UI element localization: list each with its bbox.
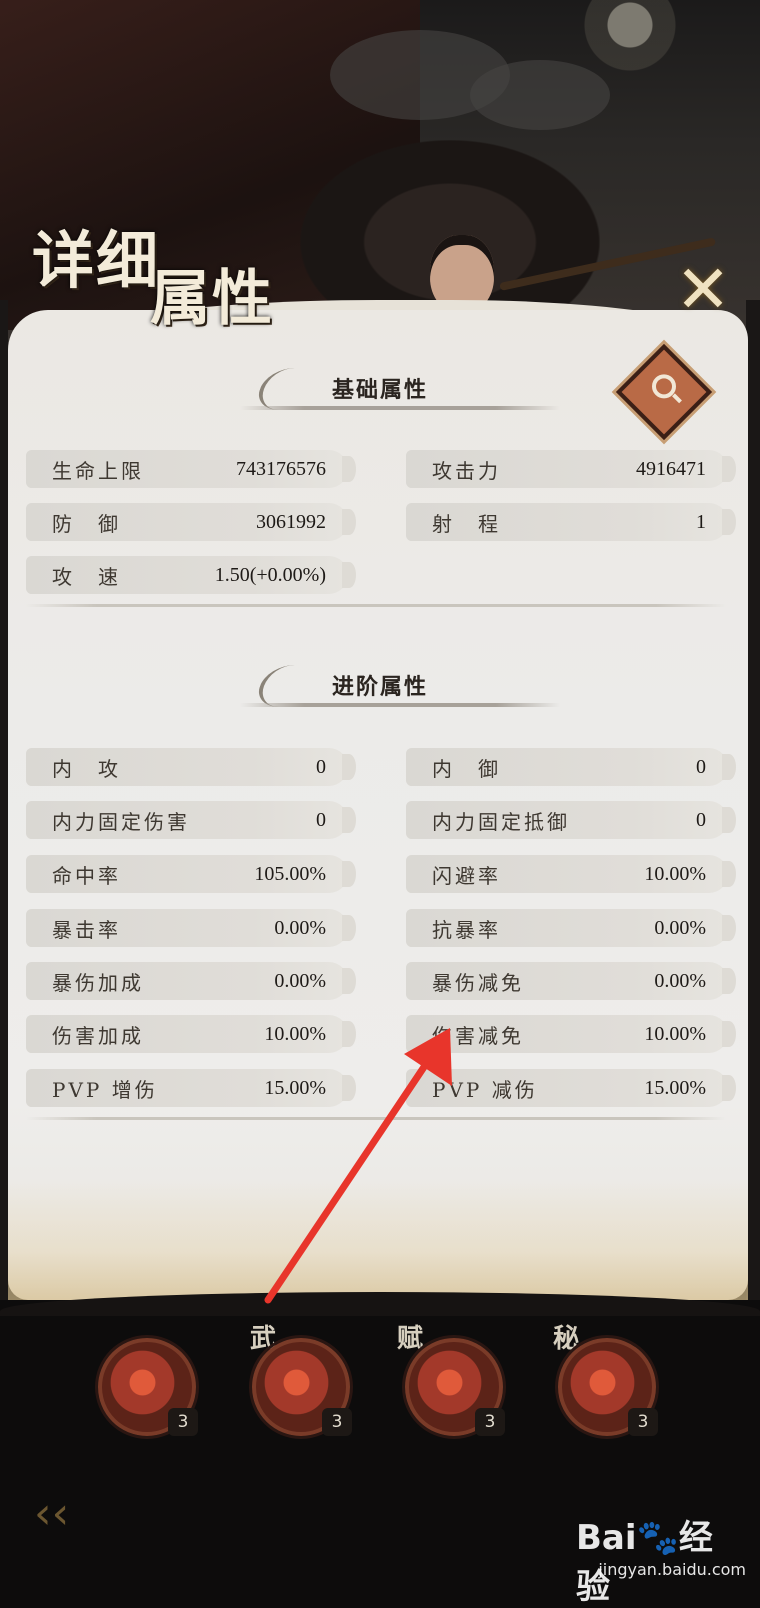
stat-value: 0.00% (654, 916, 706, 939)
stat-row: PVP 减伤 15.00% (406, 1069, 736, 1107)
stat-value: 1.50(+0.00%) (214, 563, 326, 586)
header-underline (240, 406, 560, 410)
title-line-2: 属性 (150, 264, 274, 334)
stat-row: 暴伤减免 0.00% (406, 962, 736, 1000)
stat-row: 攻击力 4916471 (406, 450, 736, 488)
stat-label: 攻击力 (432, 458, 501, 483)
stat-label: 攻 速 (52, 564, 121, 589)
cloud (470, 60, 610, 130)
close-button[interactable]: ✕ (665, 255, 741, 325)
stat-row: 闪避率 10.00% (406, 855, 736, 893)
stat-value: 15.00% (264, 1076, 326, 1099)
stat-value: 10.00% (644, 1022, 706, 1045)
stat-label: 暴击率 (52, 917, 121, 942)
skill-count: 3 (168, 1408, 198, 1436)
stat-label: 暴伤加成 (52, 970, 144, 995)
stat-label: 内力固定伤害 (52, 809, 190, 834)
stat-value: 0 (696, 755, 706, 778)
brush-icon (252, 665, 322, 707)
stat-value: 0 (316, 808, 326, 831)
stat-value: 0.00% (274, 916, 326, 939)
back-button[interactable]: ‹‹ (34, 1492, 104, 1536)
skill-tag: 赋 (397, 1324, 424, 1354)
stat-row: 内 御 0 (406, 748, 736, 786)
skill-count: 3 (475, 1408, 505, 1436)
stat-row: 内力固定伤害 0 (26, 801, 356, 839)
stat-row: 抗暴率 0.00% (406, 909, 736, 947)
advanced-section-header: 进阶属性 (240, 665, 560, 715)
attribute-screen: 详细 属性 ✕ 基础属性 生命上限 743176576 攻击力 4916471 … (0, 0, 760, 1607)
stat-label: 内 御 (432, 756, 501, 781)
stat-label: 内力固定抵御 (432, 809, 570, 834)
stat-row: 伤害减免 10.00% (406, 1015, 736, 1053)
stat-label: 内 攻 (52, 756, 121, 781)
stat-value: 1 (696, 510, 706, 533)
search-icon (648, 370, 682, 404)
stat-label: 防 御 (52, 511, 121, 536)
stat-label: PVP 增伤 (52, 1077, 158, 1102)
stat-value: 105.00% (254, 862, 326, 885)
stat-row: 防 御 3061992 (26, 503, 356, 541)
stat-value: 4916471 (636, 457, 706, 480)
stat-value: 3061992 (256, 510, 326, 533)
frame-right (746, 300, 760, 1300)
panel-bottom-decor (8, 1180, 748, 1300)
stat-row: 伤害加成 10.00% (26, 1015, 356, 1053)
stat-value: 0 (316, 755, 326, 778)
basic-section-header: 基础属性 (240, 368, 560, 418)
section-divider (26, 604, 726, 607)
stat-row: 生命上限 743176576 (26, 450, 356, 488)
basic-section-title: 基础属性 (332, 377, 429, 403)
stat-label: PVP 减伤 (432, 1077, 538, 1102)
watermark: Bai🐾经验 jingyan.baidu.com (576, 1510, 746, 1607)
watermark-url: jingyan.baidu.com (598, 1560, 746, 1579)
frame-left (0, 300, 8, 1300)
stat-label: 暴伤减免 (432, 970, 524, 995)
stat-label: 伤害减免 (432, 1023, 524, 1048)
stat-row: 内力固定抵御 0 (406, 801, 736, 839)
stat-value: 0.00% (654, 969, 706, 992)
title-line-1: 详细 (32, 224, 161, 297)
stat-label: 命中率 (52, 863, 121, 888)
stat-label: 伤害加成 (52, 1023, 144, 1048)
stat-row: 内 攻 0 (26, 748, 356, 786)
skill-icon[interactable]: 3 (98, 1338, 198, 1436)
section-divider (26, 1117, 726, 1120)
stat-label: 抗暴率 (432, 917, 501, 942)
stat-value: 15.00% (644, 1076, 706, 1099)
skill-icon[interactable]: 3 (558, 1338, 658, 1436)
skill-count: 3 (322, 1408, 352, 1436)
stat-row: 暴击率 0.00% (26, 909, 356, 947)
skill-icon[interactable]: 3 (252, 1338, 352, 1436)
advanced-section-title: 进阶属性 (332, 674, 429, 700)
back-arrow-icon: ‹‹ (34, 1488, 70, 1539)
stat-value: 0.00% (274, 969, 326, 992)
stat-label: 闪避率 (432, 863, 501, 888)
stat-row: 暴伤加成 0.00% (26, 962, 356, 1000)
stat-row: 命中率 105.00% (26, 855, 356, 893)
skill-count: 3 (628, 1408, 658, 1436)
stat-value: 0 (696, 808, 706, 831)
watermark-logo: Bai🐾经验 (576, 1518, 713, 1607)
stat-label: 生命上限 (52, 458, 144, 483)
stat-label: 射 程 (432, 511, 501, 536)
brush-icon (252, 368, 322, 410)
stat-row: 攻 速 1.50(+0.00%) (26, 556, 356, 594)
stat-value: 743176576 (236, 457, 326, 480)
stat-row: PVP 增伤 15.00% (26, 1069, 356, 1107)
stat-value: 10.00% (644, 862, 706, 885)
skill-icon[interactable]: 3 (405, 1338, 505, 1436)
stat-row: 射 程 1 (406, 503, 736, 541)
header-underline (240, 703, 560, 707)
stat-value: 10.00% (264, 1022, 326, 1045)
close-icon: ✕ (675, 251, 731, 328)
page-title: 详细 属性 (20, 190, 280, 334)
